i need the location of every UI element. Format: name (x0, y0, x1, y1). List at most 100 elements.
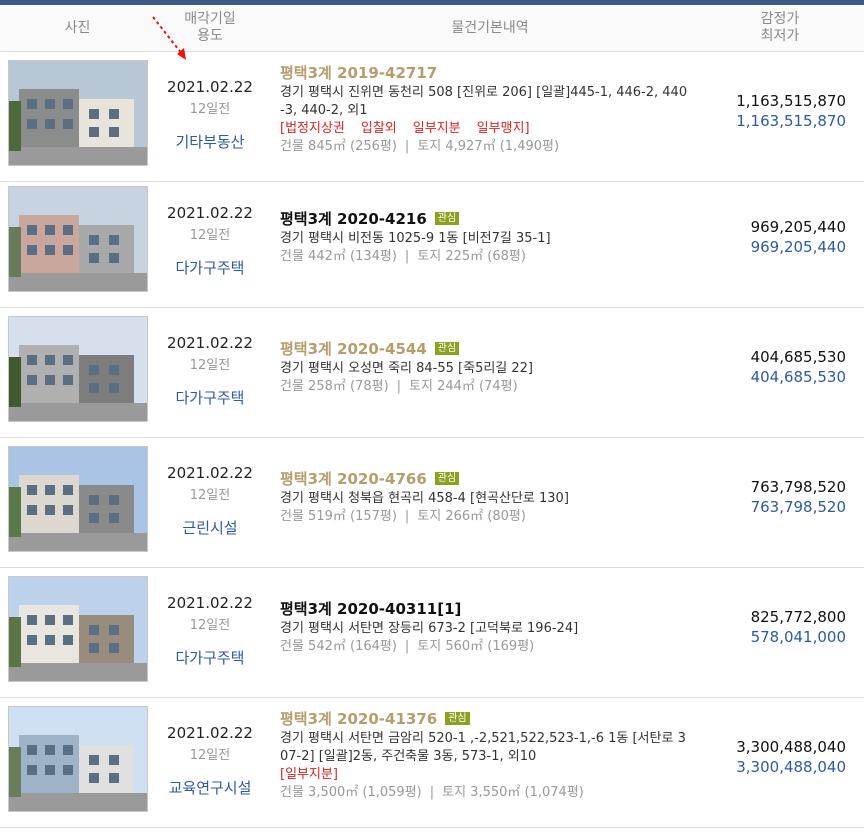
minimum-price: 969,205,440 (750, 238, 846, 256)
area-info: 건물 258㎡ (78평) | 토지 244㎡ (74평) (280, 379, 518, 394)
sale-date: 2021.02.22 (167, 78, 253, 96)
building-area: 건물 258㎡ (78평) (280, 379, 389, 394)
area-info: 건물 3,500㎡ (1,059평) | 토지 3,550㎡ (1,074평) (280, 785, 584, 800)
address-line: 경기 평택시 청북읍 현곡리 458-4 [현곡산단로 130] (280, 491, 569, 506)
note-item: 입찰외 (360, 121, 397, 136)
case-number-link[interactable]: 평택3계 2020-40311[1] (280, 600, 461, 618)
case-number-link[interactable]: 평택3계 2020-4766 (280, 470, 427, 488)
appraisal-price: 825,772,800 (750, 608, 846, 626)
land-area: 토지 4,927㎡ (1,490평) (417, 139, 560, 154)
land-area: 토지 3,550㎡ (1,074평) (442, 785, 584, 800)
appraisal-price: 3,300,488,040 (736, 738, 846, 756)
property-photo[interactable] (8, 576, 148, 682)
building-photo-icon (9, 577, 147, 681)
property-info: 평택3계 2020-4766 관심 경기 평택시 청북읍 현곡리 458-4 [현… (280, 470, 720, 526)
sale-date: 2021.02.22 (167, 464, 253, 482)
building-photo-icon (9, 61, 147, 165)
address-line: 경기 평택시 서탄면 장등리 673-2 [고덕북로 196-24] (280, 621, 579, 636)
building-area: 건물 3,500㎡ (1,059평) (280, 785, 422, 800)
special-notes: [법정지상권 입찰외 일부지분 일부맹지] (280, 120, 720, 138)
auction-row[interactable]: 2021.02.22 12일전 다가구주택 평택3계 2020-40311[1]… (0, 568, 864, 698)
minimum-price: 1,163,515,870 (736, 112, 846, 130)
land-area: 토지 266㎡ (80평) (417, 509, 526, 524)
days-remaining: 12일전 (189, 102, 231, 117)
minimum-price: 404,685,530 (750, 368, 846, 386)
auction-row[interactable]: 2021.02.22 12일전 다가구주택 평택3계 2020-4544 관심 경… (0, 308, 864, 438)
property-use-link[interactable]: 다가구주택 (150, 257, 270, 278)
building-photo-icon (9, 187, 147, 291)
sale-date: 2021.02.22 (167, 204, 253, 222)
header-photo: 사진 (64, 20, 91, 36)
address-line: 경기 평택시 진위면 동천리 508 [진위로 206] [일괄]445-1, … (280, 85, 688, 100)
note-item: [법정지상권 (280, 121, 345, 136)
header-info: 물건기본내역 (451, 20, 529, 36)
appraisal-price: 969,205,440 (750, 218, 846, 236)
building-area: 건물 519㎡ (157평) (280, 509, 397, 524)
property-photo[interactable] (8, 186, 148, 292)
auction-row[interactable]: 2021.02.22 12일전 다가구주택 평택3계 2020-4216 관심 경… (0, 178, 864, 308)
interest-badge: 관심 (434, 342, 460, 355)
appraisal-price: 1,163,515,870 (736, 92, 846, 110)
property-use-link[interactable]: 다가구주택 (150, 647, 270, 668)
days-remaining: 12일전 (189, 358, 231, 373)
auction-row[interactable]: 2021.02.22 12일전 근린시설 평택3계 2020-4766 관심 경기… (0, 438, 864, 568)
sale-date: 2021.02.22 (167, 594, 253, 612)
property-photo[interactable] (8, 446, 148, 552)
header-price: 감정가 최저가 (720, 11, 840, 45)
property-info: 평택3계 2019-42717 경기 평택시 진위면 동천리 508 [진위로 … (280, 64, 720, 156)
land-area: 토지 244㎡ (74평) (409, 379, 518, 394)
sale-date: 2021.02.22 (167, 724, 253, 742)
note-item: [일부지분] (280, 767, 338, 782)
interest-badge: 관심 (445, 712, 470, 725)
days-remaining: 12일전 (189, 748, 231, 763)
case-number-link[interactable]: 평택3계 2020-4544 (280, 340, 427, 358)
address-line-2: 07-2] [일괄]2동, 주건축물 3동, 573-1, 외10 (280, 749, 537, 764)
address-line: 경기 평택시 서탄면 금암리 520-1 ,-2,521,522,523-1,-… (280, 731, 686, 746)
property-photo[interactable] (8, 316, 148, 422)
case-number-link[interactable]: 평택3계 2020-41376 (280, 710, 437, 728)
days-remaining: 12일전 (189, 488, 231, 503)
land-area: 토지 560㎡ (169평) (417, 639, 535, 654)
property-photo[interactable] (8, 60, 148, 166)
case-number-link[interactable]: 평택3계 2020-4216 (280, 210, 427, 228)
auction-row[interactable]: 2021.02.22 12일전 교육연구시설 평택3계 2020-41376 관심… (0, 698, 864, 828)
address-line: 경기 평택시 오성면 죽리 84-55 [죽5리길 22] (280, 361, 534, 376)
table-header: 사진 매각기일 용도 물건기본내역 감정가 최저가 (0, 5, 864, 52)
appraisal-price: 404,685,530 (750, 348, 846, 366)
area-info: 건물 542㎡ (164평) | 토지 560㎡ (169평) (280, 639, 535, 654)
property-info: 평택3계 2020-4216 관심 경기 평택시 비전동 1025-9 1동 [비… (280, 210, 720, 266)
minimum-price: 3,300,488,040 (736, 758, 846, 776)
sale-date: 2021.02.22 (167, 334, 253, 352)
note-item: 일부지분 (412, 121, 461, 136)
property-info: 평택3계 2020-41376 관심 경기 평택시 서탄면 금암리 520-1 ,… (280, 710, 720, 802)
property-info: 평택3계 2020-4544 관심 경기 평택시 오성면 죽리 84-55 [죽5… (280, 340, 720, 396)
property-info: 평택3계 2020-40311[1] 경기 평택시 서탄면 장등리 673-2 … (280, 600, 720, 656)
address-line: 경기 평택시 비전동 1025-9 1동 [비전7길 35-1] (280, 231, 551, 246)
property-photo[interactable] (8, 706, 148, 812)
minimum-price: 763,798,520 (750, 498, 846, 516)
appraisal-price: 763,798,520 (750, 478, 846, 496)
case-number-link[interactable]: 평택3계 2019-42717 (280, 64, 437, 82)
minimum-price: 578,041,000 (750, 628, 846, 646)
header-appraisal-label: 감정가 (760, 11, 800, 27)
note-item: 일부맹지] (476, 121, 530, 136)
property-use-link[interactable]: 기타부동산 (150, 131, 270, 152)
interest-badge: 관심 (434, 212, 460, 225)
header-minimum-label: 최저가 (760, 28, 800, 44)
property-use-link[interactable]: 근린시설 (150, 517, 270, 538)
auction-row[interactable]: 2021.02.22 12일전 기타부동산 평택3계 2019-42717 경기… (0, 52, 864, 182)
building-photo-icon (9, 317, 147, 421)
property-use-link[interactable]: 다가구주택 (150, 387, 270, 408)
days-remaining: 12일전 (189, 228, 231, 243)
building-area: 건물 442㎡ (134평) (280, 249, 397, 264)
property-use-link[interactable]: 교육연구시설 (150, 777, 270, 798)
building-area: 건물 542㎡ (164평) (280, 639, 397, 654)
days-remaining: 12일전 (189, 618, 231, 633)
address-line-2: -3, 440-2, 외1 (280, 103, 368, 118)
area-info: 건물 519㎡ (157평) | 토지 266㎡ (80평) (280, 509, 526, 524)
building-photo-icon (9, 447, 147, 551)
area-info: 건물 845㎡ (256평) | 토지 4,927㎡ (1,490평) (280, 139, 560, 154)
special-notes: [일부지분] (280, 766, 720, 784)
area-info: 건물 442㎡ (134평) | 토지 225㎡ (68평) (280, 249, 526, 264)
land-area: 토지 225㎡ (68평) (417, 249, 526, 264)
